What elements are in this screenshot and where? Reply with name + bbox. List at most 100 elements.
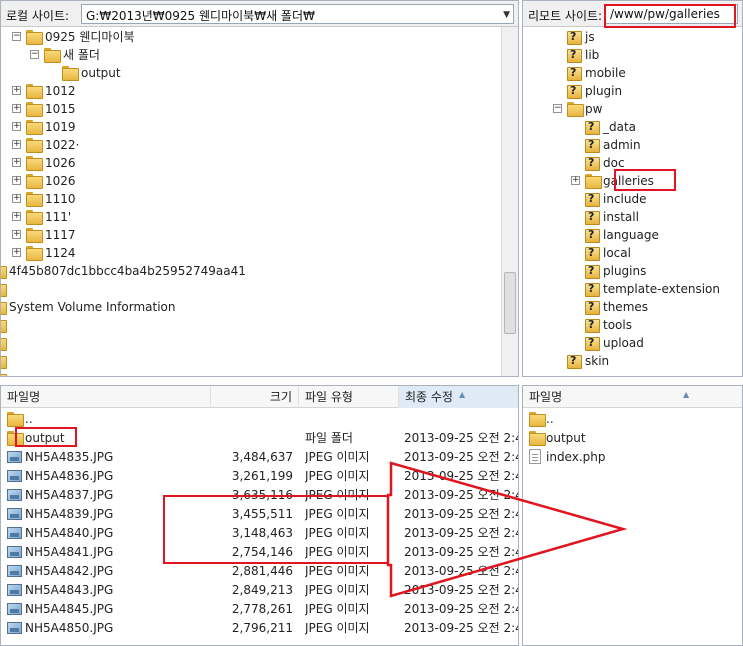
expand-icon[interactable]: + [12,230,21,239]
local-tree-item-label: System Volume Information [9,300,176,314]
expand-icon[interactable]: + [571,176,580,185]
local-tree-item[interactable]: output [1,64,501,82]
remote-file-row[interactable]: index.php [523,448,742,467]
remote-tree-item[interactable]: + galleries [523,172,742,190]
file-modified: 2013-09-25 오전 2:4 [404,602,518,616]
local-file-row[interactable]: .. [1,410,518,429]
remote-tree-item[interactable]: ? include [523,190,742,208]
local-tree-scroll-thumb[interactable] [504,272,516,334]
file-type: JPEG 이미지 [305,583,370,597]
local-file-row[interactable]: NH5A4837.JPG 3,635,116 JPEG 이미지 2013-09-25 … [1,486,518,505]
local-file-row[interactable]: NH5A4843.JPG 2,849,213 JPEG 이미지 2013-09-25 … [1,581,518,600]
local-tree-item[interactable]: +1117 [1,226,501,244]
local-tree-item[interactable]: +111' [1,208,501,226]
remote-tree-item[interactable]: ? doc [523,154,742,172]
remote-tree-item[interactable]: ? tools [523,316,742,334]
remote-tree-item[interactable]: ? mobile [523,64,742,82]
local-file-row[interactable]: NH5A4841.JPG 2,754,146 JPEG 이미지 2013-09-25 … [1,543,518,562]
column-header-size[interactable]: 크기 [211,386,299,408]
file-size: 2,778,261 [231,602,293,616]
local-tree-item[interactable]: − 0925 웬디마이북 [1,28,501,46]
local-file-row[interactable]: NH5A4842.JPG 2,881,446 JPEG 이미지 2013-09-25 … [1,562,518,581]
remote-tree-item[interactable]: ? plugin [523,82,742,100]
remote-tree-item[interactable]: ? install [523,208,742,226]
local-path-combobox[interactable]: G:₩2013년₩0925 웬디마이북₩새 폴더₩ ▼ [81,4,514,24]
column-header-size-label: 크기 [269,390,292,404]
collapse-icon[interactable]: − [12,32,21,41]
remote-tree-item[interactable]: ? skin [523,352,742,370]
local-tree-item[interactable]: +1022· [1,136,501,154]
folder-icon [1,282,7,297]
expand-icon[interactable]: + [12,212,21,221]
column-header-type[interactable]: 파일 유형 [299,386,399,408]
local-tree-item[interactable]: +1026 [1,172,501,190]
local-tree-item[interactable]: +4f45b807dc1bbcc4ba4b25952749aa41 [1,262,501,280]
folder-icon [7,431,24,446]
remote-tree-item[interactable]: ? admin [523,136,742,154]
collapse-icon[interactable]: − [30,50,39,59]
local-file-row[interactable]: output 파일 폴더 2013-09-25 오전 2:4 [1,429,518,448]
chevron-down-icon[interactable]: ▼ [503,10,510,20]
expand-icon[interactable]: + [12,104,21,113]
local-tree-item[interactable]: + [1,370,501,376]
local-tree-item[interactable]: − 새 폴더 [1,46,501,64]
remote-tree-item[interactable]: ? local [523,244,742,262]
remote-tree-item-label: tools [603,318,632,332]
remote-tree-item[interactable]: ? themes [523,298,742,316]
remote-file-row[interactable]: output [523,429,742,448]
unknown-folder-icon: ? [567,48,582,63]
remote-tree-item[interactable]: ? template-extension [523,280,742,298]
file-name: NH5A4841.JPG [25,545,114,559]
file-name: output [25,431,65,445]
unknown-folder-icon: ? [585,192,600,207]
unknown-folder-icon: ? [585,156,600,171]
local-tree-item[interactable]: +1015 [1,100,501,118]
remote-tree-item[interactable]: − pw [523,100,742,118]
remote-tree-item[interactable]: ? lib [523,46,742,64]
local-tree-scrollbar[interactable] [501,27,518,376]
image-file-icon [7,565,22,577]
local-tree-item[interactable]: System Volume Information [1,298,501,316]
folder-icon [26,246,43,261]
remote-file-name: .. [546,412,554,426]
local-file-row[interactable]: NH5A4845.JPG 2,778,261 JPEG 이미지 2013-09-25 … [1,600,518,619]
local-file-row[interactable]: NH5A4840.JPG 3,148,463 JPEG 이미지 2013-09-25 … [1,524,518,543]
remote-path-text: /www/pw/galleries [610,7,720,21]
expand-icon[interactable]: + [12,122,21,131]
local-tree-item[interactable]: +1124 [1,244,501,262]
local-tree-item[interactable]: + [1,334,501,352]
remote-tree-item-label: skin [585,354,610,368]
local-file-row[interactable]: NH5A4835.JPG 3,484,637 JPEG 이미지 2013-09-25 … [1,448,518,467]
remote-file-row[interactable]: .. [523,410,742,429]
local-tree-item[interactable]: + [1,352,501,370]
collapse-icon[interactable]: − [553,104,562,113]
expand-icon[interactable]: + [12,86,21,95]
column-header-name[interactable]: 파일명 [1,386,211,408]
local-file-row[interactable]: NH5A4839.JPG 3,455,511 JPEG 이미지 2013-09-25 … [1,505,518,524]
remote-tree-item[interactable]: ? plugins [523,262,742,280]
local-file-row[interactable]: NH5A4850.JPG 2,796,211 JPEG 이미지 2013-09-25 … [1,619,518,638]
remote-column-header-name[interactable]: ▲ 파일명 [523,386,742,408]
local-file-row[interactable]: NH5A4836.JPG 3,261,199 JPEG 이미지 2013-09-25 … [1,467,518,486]
column-header-modified[interactable]: ▲ 최종 수정 [399,386,518,408]
expand-icon[interactable]: + [12,194,21,203]
local-tree-item[interactable]: +1110 [1,190,501,208]
local-tree-item[interactable]: +1019 [1,118,501,136]
local-tree-item[interactable]: +1026 [1,154,501,172]
folder-icon [26,84,43,99]
remote-tree-item[interactable]: ? language [523,226,742,244]
remote-tree-item[interactable]: ? upload [523,334,742,352]
local-tree-item[interactable]: + [1,316,501,334]
remote-tree-item[interactable]: ? js [523,28,742,46]
remote-tree-item[interactable]: ? _data [523,118,742,136]
local-tree-item[interactable] [1,280,501,298]
expand-icon[interactable]: + [12,158,21,167]
local-list-header: 파일명 크기 파일 유형 ▲ 최종 수정 [1,386,518,408]
expand-icon[interactable]: + [12,248,21,257]
file-type: 파일 폴더 [305,431,353,445]
expand-icon[interactable]: + [12,140,21,149]
expand-icon[interactable]: + [12,176,21,185]
remote-path-input[interactable]: /www/pw/galleries [605,4,738,24]
file-type: JPEG 이미지 [305,488,370,502]
local-tree-item[interactable]: +1012 [1,82,501,100]
